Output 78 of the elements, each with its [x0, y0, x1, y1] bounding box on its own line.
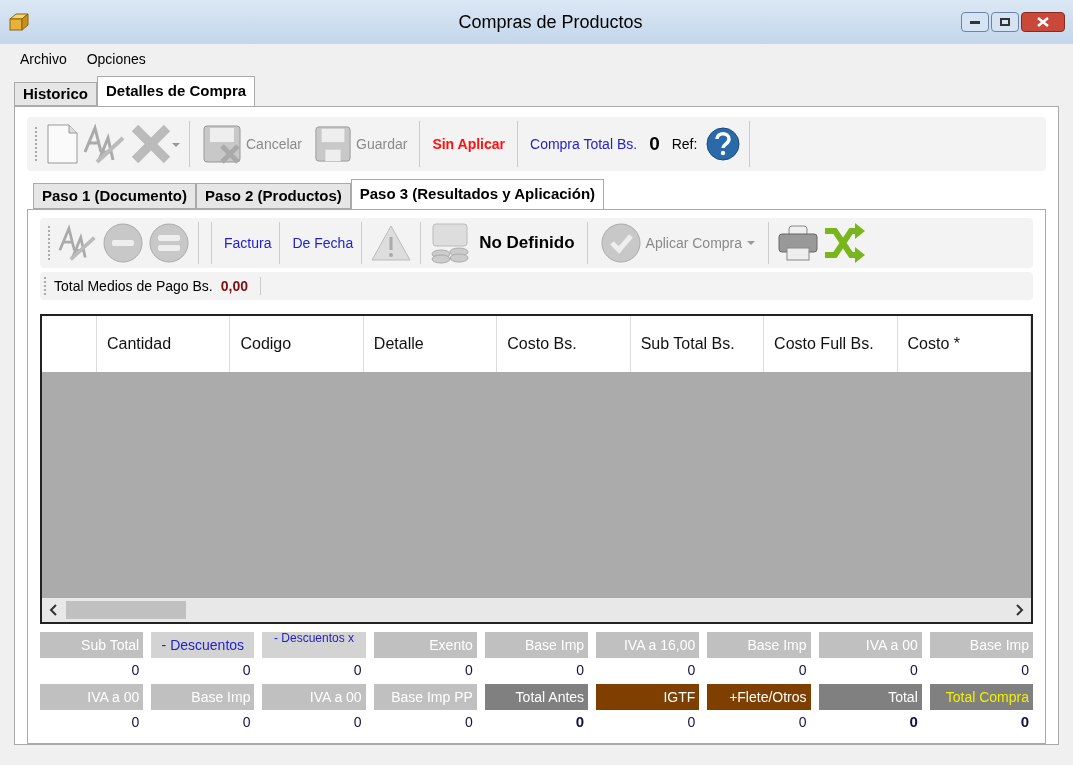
- column-header[interactable]: Codigo: [230, 316, 364, 372]
- close-button[interactable]: [1021, 12, 1065, 32]
- horizontal-scrollbar[interactable]: [42, 598, 1031, 622]
- summary-label: Exento: [373, 632, 477, 658]
- maximize-button[interactable]: [991, 12, 1019, 32]
- delete-icon[interactable]: [131, 124, 181, 164]
- summary-label: IVA a 16,00: [596, 632, 700, 658]
- tab[interactable]: Detalles de Compra: [97, 76, 256, 106]
- summary-label: - Descuentos x: [262, 632, 366, 658]
- ref-label: Ref:: [670, 134, 699, 154]
- minus-circle-icon[interactable]: [102, 222, 144, 264]
- summary-value: 0: [130, 660, 141, 680]
- summary-label: Base Imp PP: [373, 684, 477, 710]
- equals-circle-icon[interactable]: [148, 222, 190, 264]
- printer-icon[interactable]: [777, 224, 820, 262]
- summary-value: 0: [464, 712, 474, 732]
- total-value: 0: [648, 131, 661, 156]
- summary-value: 0: [686, 660, 697, 680]
- summary-value: 0: [575, 660, 586, 680]
- summary-value: 0: [908, 660, 919, 680]
- caret-icon: [746, 240, 757, 246]
- summary-label: Base Imp: [151, 684, 255, 710]
- floppy-cross-icon: [202, 124, 242, 164]
- payments-label: Total Medios de Pago Bs.: [53, 276, 214, 296]
- column-header[interactable]: Costo Full Bs.: [764, 316, 898, 372]
- summary-value: 0: [241, 660, 252, 680]
- column-header[interactable]: Costo Bs.: [497, 316, 631, 372]
- summary-value: 0: [130, 712, 141, 732]
- status-label: No Definido: [478, 232, 576, 255]
- help-icon[interactable]: [705, 126, 742, 162]
- spell-check-icon[interactable]: [83, 124, 127, 164]
- link[interactable]: Factura: [220, 232, 276, 254]
- summary-label: Total: [818, 684, 922, 710]
- column-header[interactable]: Detalle: [363, 316, 498, 372]
- summary-value: 0: [797, 712, 808, 732]
- summary-value: 0: [1020, 660, 1030, 680]
- summary-label: Base Imp: [707, 632, 811, 658]
- summary-value: 0: [574, 711, 586, 732]
- summary-label: Base Imp: [929, 632, 1033, 658]
- box-icon: [8, 13, 30, 31]
- link[interactable]: De Fecha: [288, 232, 358, 254]
- tab[interactable]: Historico: [14, 82, 97, 106]
- payments-value: 0,00: [220, 276, 248, 296]
- check-circle-icon: [599, 222, 642, 264]
- summary-value: 0: [797, 660, 808, 680]
- window-title: Compras de Productos: [457, 10, 644, 34]
- summary-value: 0: [352, 712, 363, 732]
- summary-label: IVA a 00: [818, 632, 922, 658]
- summary-label: IGTF: [596, 684, 700, 710]
- summary-label: +Flete/Otros: [707, 684, 811, 710]
- summary-value: 0: [464, 660, 474, 680]
- column-header[interactable]: Cantidad: [97, 316, 231, 372]
- total-label: Compra Total Bs.: [529, 134, 639, 154]
- summary-value: 0: [686, 712, 697, 732]
- column-header[interactable]: Costo *: [897, 316, 1031, 372]
- summary-label: IVA a 00: [262, 684, 366, 710]
- close-icon: [1037, 17, 1049, 27]
- spell-check-icon[interactable]: [58, 223, 98, 263]
- summary-label: - Descuentos: [151, 632, 255, 658]
- summary-value: 0: [241, 712, 252, 732]
- tab[interactable]: Paso 3 (Resultados y Aplicación): [350, 179, 605, 209]
- column-header[interactable]: Sub Total Bs.: [630, 316, 765, 372]
- warning-icon[interactable]: [370, 224, 413, 262]
- summary-label: Sub Total: [40, 632, 144, 658]
- summary-value: 0: [908, 711, 919, 732]
- summary-label: IVA a 00: [40, 684, 144, 710]
- new-document-icon[interactable]: [45, 123, 79, 165]
- tab[interactable]: Paso 1 (Documento): [33, 183, 197, 209]
- summary-value: 0: [1019, 711, 1030, 732]
- summary-label: Total Compra: [929, 684, 1033, 710]
- summary-value: 0: [352, 660, 363, 680]
- menu-item[interactable]: Opciones: [78, 48, 154, 70]
- minimize-button[interactable]: [961, 12, 989, 32]
- summary-label: Total Antes: [484, 684, 589, 710]
- tab[interactable]: Paso 2 (Productos): [196, 183, 351, 209]
- summary-label: Base Imp: [484, 632, 589, 658]
- menu-item[interactable]: Archivo: [12, 48, 75, 70]
- status-label: Sin Aplicar: [431, 134, 506, 154]
